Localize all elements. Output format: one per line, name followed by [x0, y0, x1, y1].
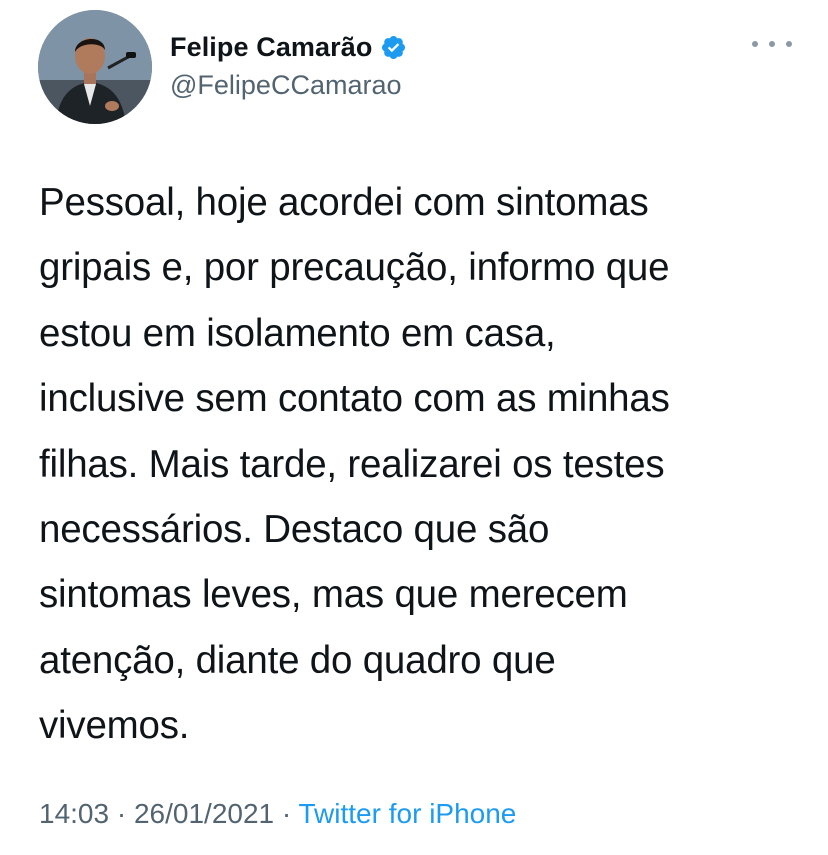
profile-photo-icon [38, 10, 152, 124]
author-handle[interactable]: @FelipeCCamarao [170, 70, 402, 101]
author-name-row[interactable]: Felipe Camarão [170, 30, 407, 64]
tweet-metadata: 14:03 · 26/01/2021 · Twitter for iPhone [39, 798, 516, 830]
tweet-date[interactable]: 26/01/2021 [134, 798, 274, 829]
tweet-card: Felipe Camarão @FelipeCCamarao Pessoal, … [0, 0, 828, 855]
tweet-source-link[interactable]: Twitter for iPhone [299, 798, 517, 829]
more-dot [786, 41, 792, 47]
tweet-text: Pessoal, hoje acordei com sintomas gripa… [39, 181, 670, 748]
meta-separator: · [274, 798, 299, 829]
author-name[interactable]: Felipe Camarão [170, 32, 372, 63]
more-dot [769, 41, 775, 47]
author-avatar[interactable] [38, 10, 152, 124]
verified-badge-icon [380, 34, 407, 61]
tweet-time[interactable]: 14:03 [39, 798, 109, 829]
more-horizontal-icon[interactable] [752, 34, 792, 54]
more-dot [752, 41, 758, 47]
meta-separator: · [109, 798, 134, 829]
